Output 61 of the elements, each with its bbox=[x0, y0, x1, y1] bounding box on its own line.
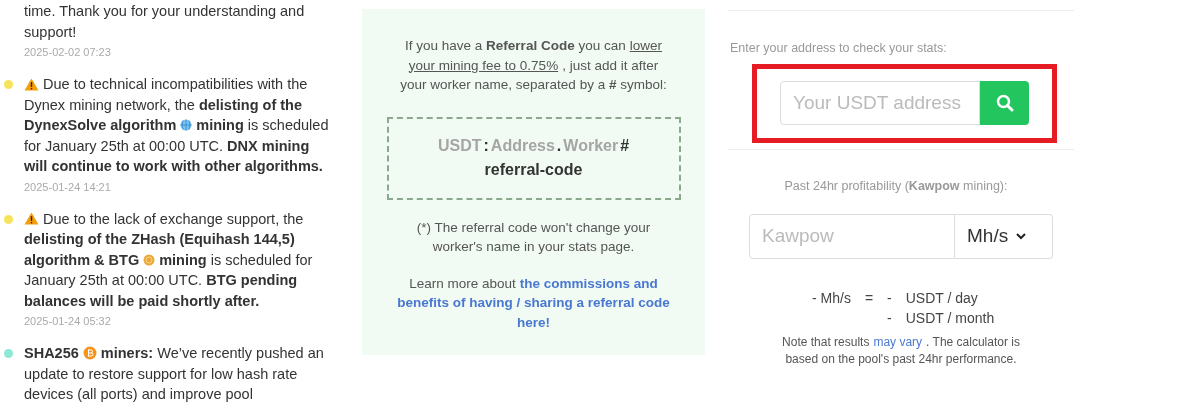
hashrate-result: - Mh/s bbox=[812, 288, 851, 308]
news-text: mining is scheduled for bbox=[159, 250, 313, 270]
format-token: Worker bbox=[563, 136, 619, 156]
referral-intro: , just add it after bbox=[562, 56, 659, 75]
calculator-note: Note that results bbox=[782, 333, 870, 351]
globe-icon bbox=[180, 119, 193, 132]
referral-intro: If you have a Referral Code you can bbox=[405, 37, 626, 55]
unit-dropdown[interactable]: Mh/s bbox=[955, 213, 1053, 259]
stats-label: Enter your address to check your stats: bbox=[730, 40, 948, 57]
news-text: will continue to work with other algorithms. bbox=[24, 157, 323, 176]
result-value: - bbox=[887, 308, 892, 328]
equals-sign: = bbox=[864, 288, 874, 308]
news-text: January 25th at 00:00 UTC. BTG pending bbox=[24, 271, 298, 290]
warning-icon bbox=[24, 212, 39, 226]
news-date: 2025-02-02 07:23 bbox=[24, 45, 112, 60]
news-date: 2025-01-24 05:32 bbox=[24, 314, 112, 329]
news-text: SHA256 bbox=[24, 344, 79, 363]
news-text: DynexSolve algorithm bbox=[24, 116, 177, 135]
format-token: referral-code bbox=[484, 160, 583, 180]
format-token: : bbox=[483, 136, 489, 156]
news-text: Dynex mining network, the delisting of the bbox=[24, 95, 302, 115]
fee-link[interactable]: your mining fee to 0.75% bbox=[408, 55, 559, 75]
search-button[interactable] bbox=[980, 81, 1029, 126]
news-text: update to restore support for low hash rate bbox=[24, 364, 298, 384]
warning-icon bbox=[24, 77, 39, 91]
news-text: for January 25th at 00:00 UTC. DNX mining bbox=[24, 136, 310, 156]
search-icon bbox=[995, 94, 1014, 113]
learn-text: Learn more about bbox=[409, 274, 516, 293]
news-text: Due to the lack of exchange support, the bbox=[43, 209, 304, 229]
news-text: delisting of the ZHash (Equihash 144,5) bbox=[24, 230, 295, 249]
news-text: devices (all ports) and improve pool bbox=[24, 385, 253, 404]
fee-link[interactable]: lower bbox=[629, 36, 662, 56]
referral-note: (*) The referral code won't change your worker's name in your stats page. bbox=[415, 218, 652, 256]
commissions-link[interactable]: the commissions and bbox=[519, 273, 658, 293]
hashrate-field[interactable]: Kawpow bbox=[749, 213, 955, 259]
profitability-label: Past 24hr profitability (Kawpow mining): bbox=[784, 177, 1008, 195]
coin-icon bbox=[143, 253, 156, 266]
news-date: 2025-01-24 14:21 bbox=[24, 179, 112, 195]
format-token: . bbox=[556, 136, 562, 156]
calculator-note: . The calculator is bbox=[926, 333, 1020, 351]
news-text: time. Thank you for your understanding and bbox=[24, 2, 305, 21]
commissions-link[interactable]: benefits of having / sharing a referral code bbox=[397, 293, 670, 313]
bitcoin-icon bbox=[82, 346, 97, 361]
news-text: support! bbox=[24, 22, 77, 42]
news-text: miners: We’ve recently pushed an bbox=[100, 344, 324, 363]
may-vary-link[interactable]: may vary bbox=[873, 333, 923, 351]
news-text: Due to technical incompatibilities with the bbox=[43, 75, 308, 94]
chevron-down-icon bbox=[1016, 232, 1027, 240]
format-token: Address bbox=[490, 136, 555, 156]
commissions-link[interactable]: here! bbox=[517, 312, 550, 332]
address-field[interactable]: Your USDT address bbox=[780, 81, 980, 126]
calculator-note: based on the pool's past 24hr performance. bbox=[785, 350, 1017, 368]
result-unit: USDT / day bbox=[905, 288, 979, 308]
format-token: USDT bbox=[437, 136, 482, 156]
referral-intro: your worker name, separated by a # symbol: bbox=[400, 76, 667, 94]
format-token: # bbox=[620, 136, 630, 156]
result-value: - bbox=[887, 288, 892, 308]
news-text: algorithm & BTG bbox=[24, 250, 140, 270]
news-text: balances will be paid shortly after. bbox=[24, 291, 260, 311]
result-unit: USDT / month bbox=[905, 308, 995, 328]
news-text: mining is scheduled bbox=[196, 116, 329, 135]
